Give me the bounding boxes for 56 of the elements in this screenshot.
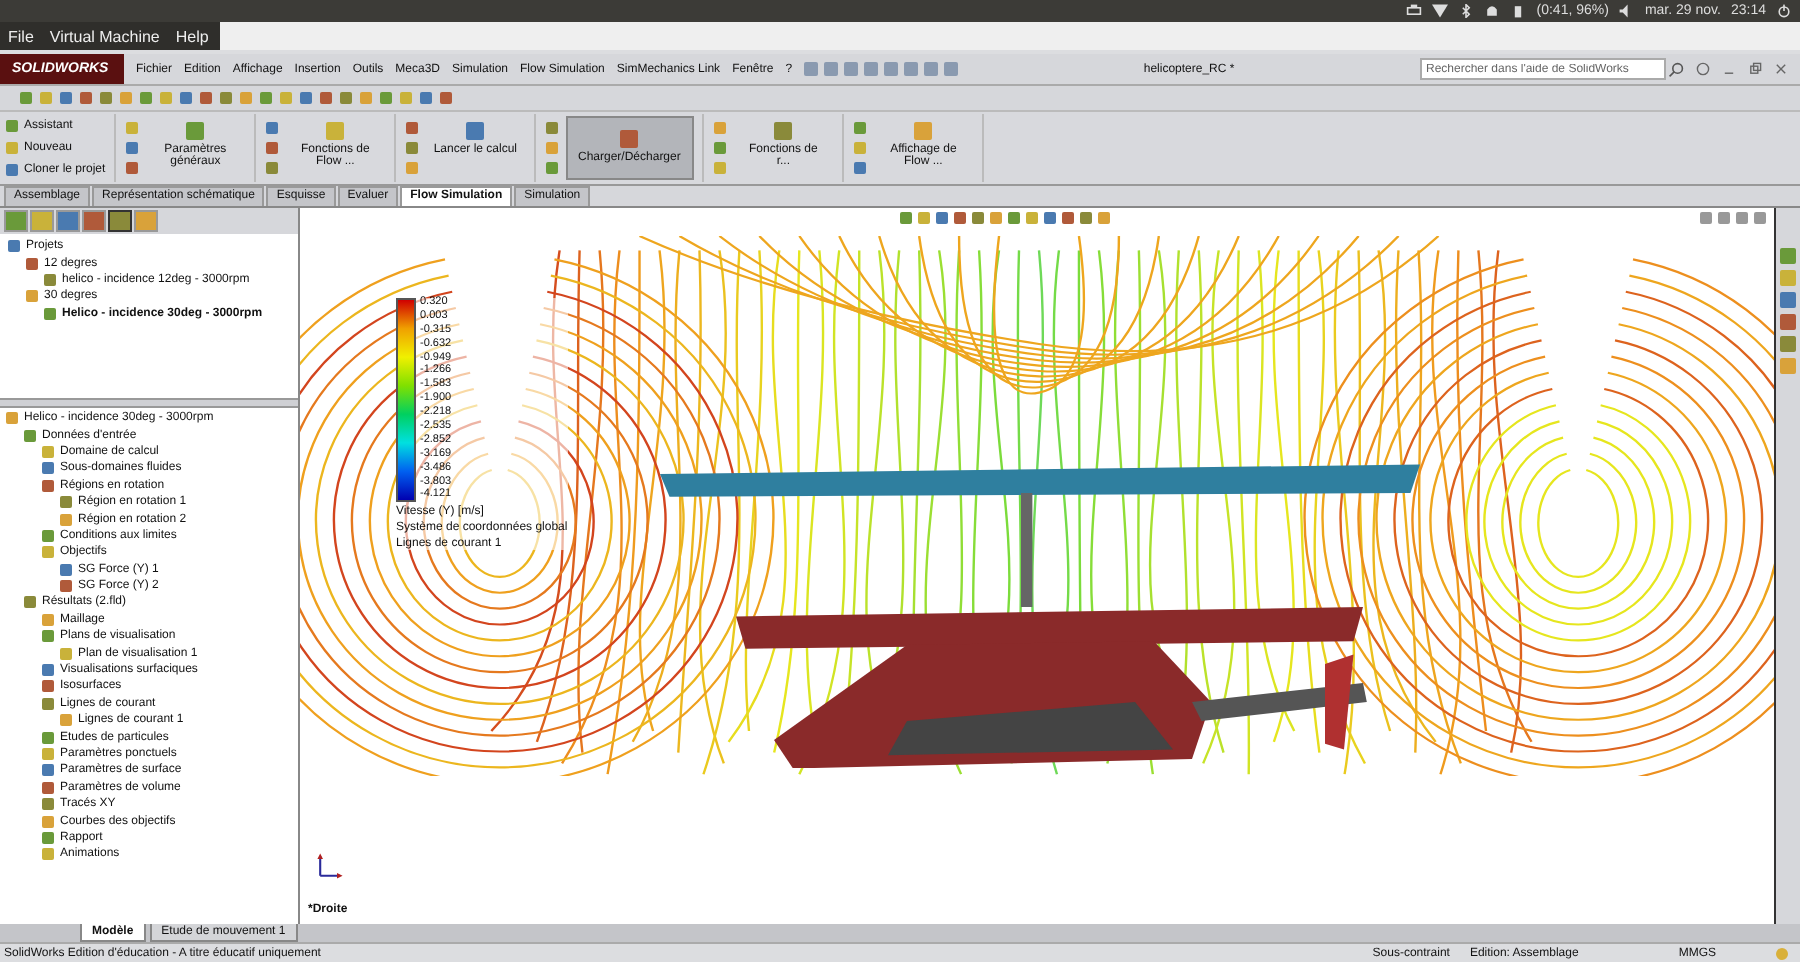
- command-icon: [186, 122, 205, 140]
- node-icon: [42, 664, 54, 677]
- node-icon: [60, 714, 72, 727]
- node-icon: [42, 546, 54, 559]
- panel-tab-icon[interactable]: [82, 210, 106, 232]
- node-icon: [42, 764, 54, 777]
- node-icon: [60, 563, 72, 576]
- panel-tab-icon[interactable]: [56, 210, 80, 232]
- node-icon: [42, 680, 54, 693]
- battery-icon[interactable]: [1510, 4, 1527, 18]
- wifi-icon[interactable]: [1432, 4, 1449, 18]
- node-icon: [6, 412, 18, 425]
- panel-tab-icon[interactable]: [108, 210, 132, 232]
- menu-item[interactable]: Help: [175, 27, 209, 45]
- node-icon: [42, 529, 54, 542]
- node-icon: [42, 781, 54, 794]
- node-icon: [42, 462, 54, 475]
- node-icon: [24, 596, 36, 609]
- status-icon[interactable]: [1776, 947, 1788, 959]
- power-icon[interactable]: [1776, 4, 1792, 18]
- menu-item[interactable]: Virtual Machine: [49, 27, 160, 45]
- printer-icon[interactable]: [1406, 4, 1423, 18]
- node-icon: [42, 798, 54, 811]
- bell-icon[interactable]: [1484, 4, 1501, 18]
- node-icon: [44, 307, 56, 320]
- node-icon: [42, 831, 54, 844]
- node-icon: [42, 445, 54, 458]
- node-icon: [42, 613, 54, 626]
- node-icon: [44, 273, 56, 286]
- node-icon: [42, 731, 54, 744]
- search-icon[interactable]: [1668, 61, 1684, 77]
- node-icon: [60, 580, 72, 593]
- bluetooth-icon[interactable]: [1458, 4, 1475, 18]
- command-icon: [620, 130, 639, 149]
- command-icon: [326, 122, 345, 140]
- close-icon[interactable]: [1774, 62, 1788, 76]
- node-icon: [8, 240, 20, 253]
- help-icon[interactable]: [1696, 62, 1710, 76]
- node-icon: [26, 257, 38, 270]
- node-icon: [60, 647, 72, 660]
- command-icon: [466, 122, 485, 140]
- node-icon: [60, 496, 72, 509]
- node-icon: [60, 513, 72, 526]
- node-icon: [42, 697, 54, 710]
- command-icon: [914, 122, 933, 140]
- menu-item[interactable]: File: [8, 27, 34, 45]
- command-icon: [774, 122, 793, 140]
- axis-triad-icon: [316, 852, 344, 880]
- node-icon: [42, 748, 54, 760]
- node-icon: [42, 479, 54, 492]
- node-icon: [24, 429, 36, 442]
- node-icon: [26, 290, 38, 303]
- node-icon: [42, 848, 54, 861]
- node-icon: [42, 815, 54, 828]
- restore-icon[interactable]: [1748, 62, 1762, 76]
- node-icon: [42, 630, 54, 643]
